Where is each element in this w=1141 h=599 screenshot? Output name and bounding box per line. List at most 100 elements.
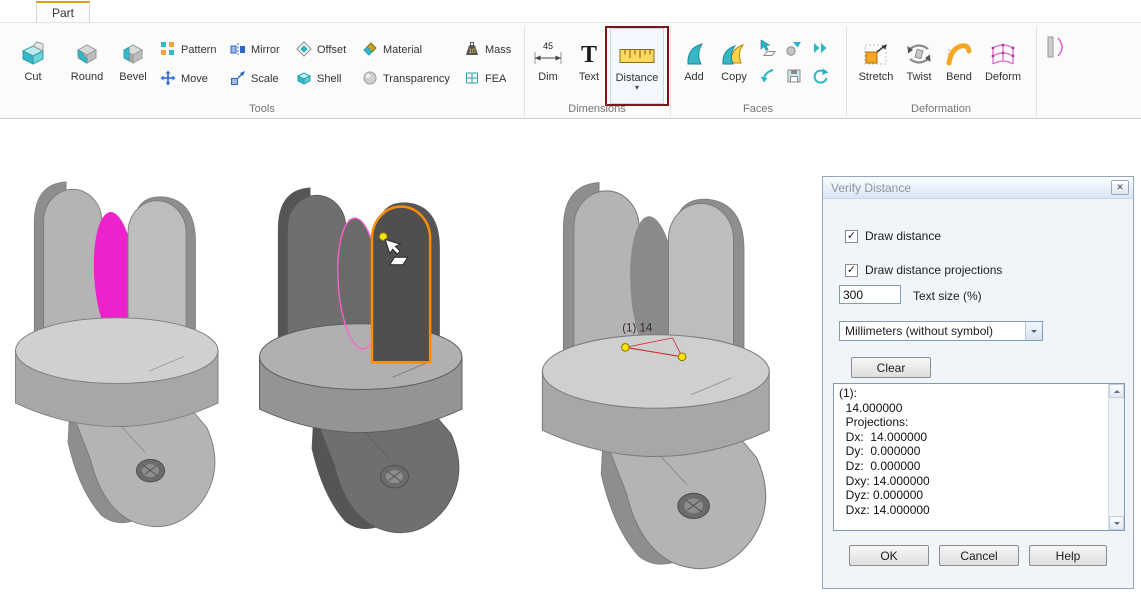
dialog-titlebar[interactable]: Verify Distance ✕: [823, 177, 1133, 199]
face-arrow-down-icon: [759, 67, 777, 90]
svg-text:45: 45: [543, 41, 553, 51]
cut-label: Cut: [24, 71, 41, 83]
mass-button[interactable]: 10 Mass: [464, 39, 511, 61]
scroll-down-icon[interactable]: [1109, 516, 1124, 530]
mirror-button[interactable]: Mirror: [230, 39, 280, 61]
clear-button[interactable]: Clear: [851, 357, 931, 378]
scroll-up-icon[interactable]: [1109, 384, 1124, 398]
bevel-label: Bevel: [119, 71, 147, 83]
move-button[interactable]: Move: [160, 68, 208, 90]
help-button[interactable]: Help: [1029, 545, 1107, 566]
fea-label: FEA: [485, 73, 506, 85]
face-sphere-arrow-icon: [785, 39, 803, 62]
tab-part-label: Part: [52, 6, 74, 20]
shell-button[interactable]: Shell: [296, 68, 341, 90]
round-icon: [74, 31, 100, 67]
add-face-button[interactable]: Add: [676, 28, 712, 104]
results-box[interactable]: (1): 14.000000 Projections: Dx: 14.00000…: [833, 383, 1125, 531]
deform-button[interactable]: Deform: [978, 28, 1028, 104]
dropdown-arrow-icon[interactable]: [1025, 322, 1042, 340]
distance-button[interactable]: Distance ▾: [610, 28, 664, 104]
face-select-icon: [759, 39, 777, 62]
draw-distance-checkbox[interactable]: ✓ Draw distance: [845, 229, 941, 243]
distance-dropdown-caret-icon[interactable]: ▾: [635, 85, 639, 91]
orange-highlighted-face[interactable]: [372, 207, 430, 363]
transparency-icon: [362, 70, 378, 89]
face-option-4-button[interactable]: [756, 66, 780, 90]
verify-distance-dialog: Verify Distance ✕ ✓ Draw distance ✓ Draw…: [822, 176, 1134, 589]
part-model-highlight-face[interactable]: [252, 166, 477, 566]
close-icon[interactable]: ✕: [1111, 180, 1129, 195]
shell-icon: [296, 70, 312, 89]
mirror-icon: [230, 41, 246, 60]
dim-button[interactable]: 45 Dim: [528, 28, 568, 104]
move-icon: [160, 70, 176, 89]
group-label-tools: Tools: [0, 103, 524, 115]
bend-button[interactable]: Bend: [940, 28, 978, 104]
results-scrollbar[interactable]: [1108, 384, 1124, 530]
copy-face-button[interactable]: Copy: [714, 28, 754, 104]
offset-button[interactable]: Offset: [296, 39, 346, 61]
clear-label: Clear: [877, 361, 906, 375]
face-option-1-button[interactable]: [756, 38, 780, 62]
units-dropdown[interactable]: Millimeters (without symbol): [839, 321, 1043, 341]
dim-label: Dim: [538, 71, 558, 83]
face-save-icon: [785, 67, 803, 90]
mass-icon: 10: [464, 41, 480, 60]
face-option-3-button[interactable]: [808, 38, 832, 62]
add-face-icon: [681, 31, 707, 67]
pattern-button[interactable]: Pattern: [160, 39, 216, 61]
draw-distance-label: Draw distance: [865, 229, 941, 243]
face-option-6-button[interactable]: [808, 66, 832, 90]
face-option-2-button[interactable]: [782, 38, 806, 62]
results-text: (1): 14.000000 Projections: Dx: 14.00000…: [839, 386, 1106, 528]
svg-text:T: T: [581, 42, 597, 67]
deform-icon: [989, 31, 1017, 67]
group-label-dimensions: Dimensions: [524, 103, 670, 115]
bend-label: Bend: [946, 71, 972, 83]
text-size-input[interactable]: [839, 285, 901, 304]
text-label: Text: [579, 71, 599, 83]
measure-point-2[interactable]: [678, 353, 686, 361]
twist-label: Twist: [906, 71, 931, 83]
tab-part[interactable]: Part: [36, 1, 90, 22]
stretch-button[interactable]: Stretch: [854, 28, 898, 104]
stretch-icon: [863, 31, 889, 67]
pattern-label: Pattern: [181, 44, 216, 56]
bevel-button[interactable]: Bevel: [110, 28, 156, 104]
partial-tool-button[interactable]: [1044, 35, 1072, 63]
text-button[interactable]: T Text: [570, 28, 608, 104]
units-selected-value: Millimeters (without symbol): [845, 324, 993, 338]
round-button[interactable]: Round: [64, 28, 110, 104]
offset-label: Offset: [317, 44, 346, 56]
face-chevrons-icon: [811, 39, 829, 62]
cancel-button[interactable]: Cancel: [939, 545, 1019, 566]
add-face-label: Add: [684, 71, 704, 83]
text-size-label: Text size (%): [913, 289, 982, 303]
material-button[interactable]: Material: [362, 39, 422, 61]
shell-label: Shell: [317, 73, 341, 85]
cut-button[interactable]: Cut: [8, 28, 58, 104]
copy-face-icon: [719, 31, 749, 67]
draw-projections-checkbox[interactable]: ✓ Draw distance projections: [845, 263, 1002, 277]
checkbox-check-icon: ✓: [845, 264, 858, 277]
ok-button[interactable]: OK: [849, 545, 929, 566]
measure-point-1[interactable]: [622, 344, 630, 352]
ribbon: Cut Round Bevel: [0, 22, 1141, 119]
draw-projections-label: Draw distance projections: [865, 263, 1002, 277]
measurement-text: (1) 14: [622, 323, 653, 335]
cut-icon: [19, 31, 47, 67]
tab-strip: Part: [0, 0, 1141, 22]
fea-button[interactable]: FEA: [464, 68, 506, 90]
checkbox-check-icon: ✓: [845, 230, 858, 243]
scale-button[interactable]: Scale: [230, 68, 279, 90]
copy-face-label: Copy: [721, 71, 747, 83]
face-rotate-icon: [811, 67, 829, 90]
transparency-button[interactable]: Transparency: [362, 68, 450, 90]
face-option-5-button[interactable]: [782, 66, 806, 90]
part-model-selected-face[interactable]: [8, 162, 233, 558]
part-model-measured[interactable]: (1) 14: [534, 168, 786, 596]
distance-icon: [618, 32, 656, 68]
fea-icon: [464, 70, 480, 89]
twist-button[interactable]: Twist: [900, 28, 938, 104]
